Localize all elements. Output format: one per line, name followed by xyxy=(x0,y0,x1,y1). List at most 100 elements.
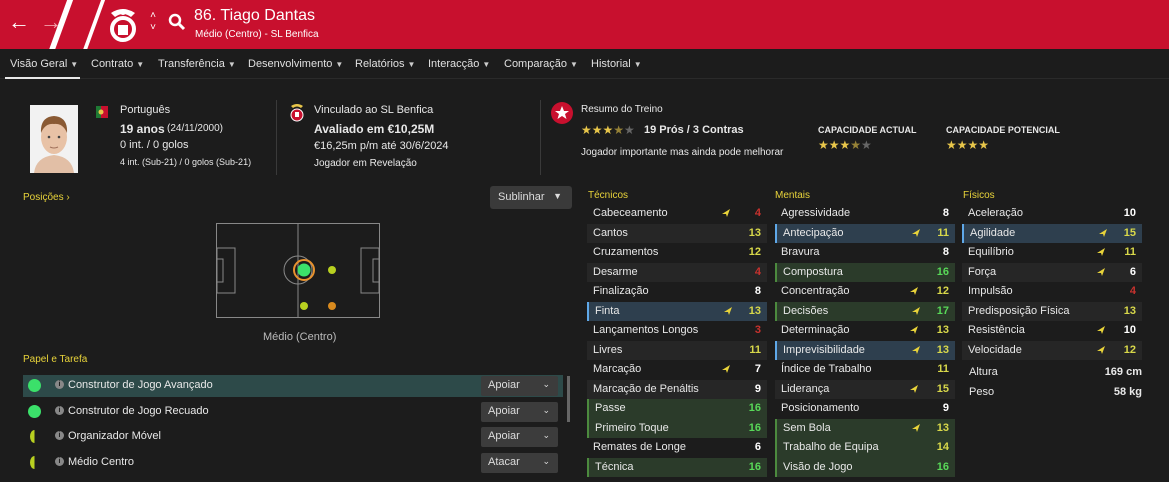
chevron-down-icon: ▼ xyxy=(227,60,236,69)
attribute-row[interactable]: Finalização 8 xyxy=(587,282,767,302)
attribute-row[interactable]: Velocidade 12 xyxy=(962,340,1142,360)
highlight-button[interactable]: Sublinhar ▼ xyxy=(490,186,572,209)
roles-scrollbar[interactable] xyxy=(567,376,570,422)
attribute-row[interactable]: Técnica 16 xyxy=(587,457,767,477)
role-row[interactable]: i Médio Centro Atacar ⌄ xyxy=(23,452,563,474)
player-status: Jogador em Revelação xyxy=(314,158,417,169)
attribute-row[interactable]: Equilíbrio 11 xyxy=(962,243,1142,263)
attribute-row[interactable]: Sem Bola 13 xyxy=(775,418,955,438)
attribute-row[interactable]: Cabeceamento 4 xyxy=(587,204,767,224)
attribute-row[interactable]: Primeiro Toque 16 xyxy=(587,418,767,438)
attribute-row[interactable]: Força 6 xyxy=(962,262,1142,282)
attribute-row[interactable]: Compostura 16 xyxy=(775,262,955,282)
chevron-down-icon: ▼ xyxy=(482,60,491,69)
chevron-down-icon: ▼ xyxy=(70,60,79,69)
club-crest-small-icon xyxy=(290,104,304,122)
attribute-value: 13 xyxy=(936,324,949,336)
attribute-row[interactable]: Marcação 7 xyxy=(587,360,767,380)
key-attribute-arrow-icon xyxy=(910,384,918,393)
position-pitch xyxy=(216,223,380,318)
tab-development[interactable]: Desenvolvimento ▼ xyxy=(248,58,343,70)
info-icon[interactable]: i xyxy=(55,457,64,466)
role-row[interactable]: i Organizador Móvel Apoiar ⌄ xyxy=(23,426,563,448)
player-face-icon xyxy=(30,105,78,173)
attribute-row[interactable]: Agressividade 8 xyxy=(775,204,955,224)
positions-label[interactable]: Posições › xyxy=(23,192,70,203)
arrow-left-icon[interactable]: ← xyxy=(8,10,30,34)
attribute-row[interactable]: Imprevisibilidade 13 xyxy=(775,340,955,360)
date-of-birth: (24/11/2000) xyxy=(167,123,223,134)
player-name: 86. Tiago Dantas xyxy=(194,7,315,24)
tab-interaction[interactable]: Interacção ▼ xyxy=(428,58,490,70)
search-icon[interactable] xyxy=(168,13,186,31)
info-icon[interactable]: i xyxy=(55,380,64,389)
tab-history[interactable]: Historial ▼ xyxy=(591,58,642,70)
tab-label: Contrato xyxy=(91,58,134,70)
attribute-row[interactable]: Remates de Longe 6 xyxy=(587,438,767,458)
tab-transfer[interactable]: Transferência ▼ xyxy=(158,58,236,70)
tab-contract[interactable]: Contrato ▼ xyxy=(91,58,144,70)
attribute-value: 4 xyxy=(1129,285,1136,297)
attribute-name: Lançamentos Longos xyxy=(593,324,699,336)
tab-overview[interactable]: Visão Geral ▼ xyxy=(10,58,78,70)
attribute-value: 8 xyxy=(754,285,761,297)
attribute-row[interactable]: Impulsão 4 xyxy=(962,282,1142,302)
attribute-row[interactable]: Trabalho de Equipa 14 xyxy=(775,438,955,458)
attribute-value: 13 xyxy=(748,226,761,239)
duty-select[interactable]: Atacar ⌄ xyxy=(481,453,558,473)
attribute-row[interactable]: Lançamentos Longos 3 xyxy=(587,321,767,341)
player-position-club[interactable]: Médio (Centro) - SL Benfica xyxy=(195,29,319,40)
attribute-row[interactable]: Concentração 12 xyxy=(775,282,955,302)
active-tab-indicator xyxy=(5,77,80,79)
tab-reports[interactable]: Relatórios ▼ xyxy=(355,58,415,70)
positions-label-text: Posições xyxy=(23,192,64,203)
attribute-row[interactable]: Agilidade 15 xyxy=(962,223,1142,243)
tab-label: Desenvolvimento xyxy=(248,58,333,70)
divider xyxy=(540,100,541,175)
attribute-name: Concentração xyxy=(781,285,850,297)
training-rating-stars: ★★★★★ xyxy=(581,123,635,137)
duty-select[interactable]: Apoiar ⌄ xyxy=(481,427,558,447)
attribute-row[interactable]: Livres 11 xyxy=(587,340,767,360)
attribute-row[interactable]: Antecipação 11 xyxy=(775,223,955,243)
attribute-row[interactable]: Finta 13 xyxy=(587,301,767,321)
duty-select[interactable]: Apoiar ⌄ xyxy=(481,376,558,396)
role-row[interactable]: i Construtor de Jogo Recuado Apoiar ⌄ xyxy=(23,401,563,423)
role-row[interactable]: i Construtor de Jogo Avançado Apoiar ⌄ xyxy=(23,375,563,397)
chevron-down-icon: ⌄ xyxy=(542,379,550,389)
attribute-name: Visão de Jogo xyxy=(783,460,853,473)
attribute-name: Cantos xyxy=(593,226,628,239)
attribute-row[interactable]: Decisões 17 xyxy=(775,301,955,321)
attribute-row[interactable]: Aceleração 10 xyxy=(962,204,1142,224)
info-icon[interactable]: i xyxy=(55,431,64,440)
player-switch-icon[interactable]: ˄ ˅ xyxy=(147,10,159,34)
attribute-row[interactable]: Bravura 8 xyxy=(775,243,955,263)
tab-comparison[interactable]: Comparação ▼ xyxy=(504,58,578,70)
attribute-name: Compostura xyxy=(783,265,843,278)
duty-select[interactable]: Apoiar ⌄ xyxy=(481,402,558,422)
arrow-right-icon[interactable]: → xyxy=(40,10,62,34)
attribute-row[interactable]: Passe 16 xyxy=(587,399,767,419)
attribute-row[interactable]: Desarme 4 xyxy=(587,262,767,282)
attribute-value: 16 xyxy=(748,421,761,434)
attribute-row[interactable]: Visão de Jogo 16 xyxy=(775,457,955,477)
attribute-row[interactable]: Predisposição Física 13 xyxy=(962,301,1142,321)
tab-label: Transferência xyxy=(158,58,225,70)
attribute-name: Equilíbrio xyxy=(968,246,1014,258)
attribute-row[interactable]: Posicionamento 9 xyxy=(775,399,955,419)
attribute-row[interactable]: Cruzamentos 12 xyxy=(587,243,767,263)
attribute-row[interactable]: Liderança 15 xyxy=(775,379,955,399)
attribute-row[interactable]: Marcação de Penáltis 9 xyxy=(587,379,767,399)
attribute-row[interactable]: Índice de Trabalho 11 xyxy=(775,360,955,380)
attribute-row[interactable]: Determinação 13 xyxy=(775,321,955,341)
tab-label: Relatórios xyxy=(355,58,405,70)
attribute-value: 10 xyxy=(1123,324,1136,336)
attribute-value: 15 xyxy=(1123,226,1136,239)
chevron-down-icon: ▼ xyxy=(136,60,145,69)
chevron-down-icon: ▼ xyxy=(407,60,416,69)
info-icon[interactable]: i xyxy=(55,406,64,415)
attribute-row[interactable]: Resistência 10 xyxy=(962,321,1142,341)
attribute-value: 4 xyxy=(754,265,761,278)
attribute-row[interactable]: Cantos 13 xyxy=(587,223,767,243)
training-title: Resumo do Treino xyxy=(581,104,663,115)
